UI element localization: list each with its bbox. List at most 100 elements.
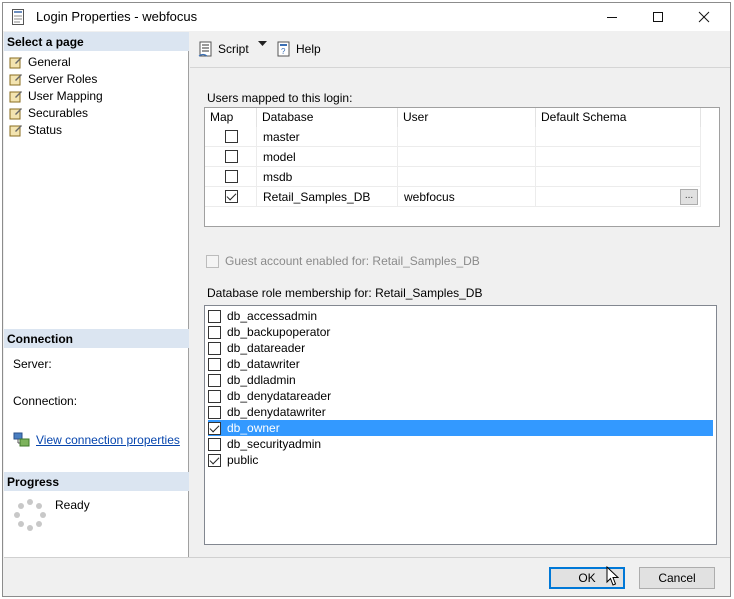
role-membership-label: Database role membership for: Retail_Sam…: [207, 286, 483, 300]
connection-header: Connection: [4, 329, 189, 348]
role-checkbox[interactable]: [208, 453, 221, 467]
right-pane: Script ? Help Users mapped to this login…: [190, 32, 730, 557]
maximize-icon: [653, 12, 663, 22]
role-checkbox[interactable]: [208, 421, 221, 435]
list-item[interactable]: public: [208, 452, 713, 468]
svg-text:?: ?: [281, 47, 286, 56]
role-membership-list: db_accessadmin db_backupoperator db_data…: [204, 305, 717, 545]
page-list: General Server Roles User Mapping Secura…: [8, 53, 186, 138]
map-cell: [205, 147, 257, 167]
role-checkbox[interactable]: [208, 309, 221, 323]
server-label: Server:: [13, 357, 52, 371]
schema-cell[interactable]: [536, 147, 701, 167]
schema-cell[interactable]: [536, 127, 701, 147]
chevron-down-icon: [258, 41, 267, 46]
database-cell: model: [257, 147, 398, 167]
table-row[interactable]: master: [205, 127, 701, 147]
title-bar: Login Properties - webfocus: [3, 3, 730, 31]
script-button[interactable]: Script: [198, 41, 249, 57]
properties-app-icon: [12, 9, 24, 25]
window-title: Login Properties - webfocus: [36, 9, 198, 24]
table-row[interactable]: model: [205, 147, 701, 167]
list-item[interactable]: db_accessadmin: [208, 308, 713, 324]
grid-header: Map Database User Default Schema: [205, 108, 701, 127]
map-cell: [205, 127, 257, 147]
role-label: db_denydatareader: [227, 389, 332, 403]
schema-cell[interactable]: [536, 167, 701, 187]
role-checkbox[interactable]: [208, 405, 221, 419]
progress-spinner-icon: [13, 498, 47, 535]
minimize-button[interactable]: [589, 3, 635, 31]
role-label: db_owner: [227, 421, 280, 435]
progress-header: Progress: [4, 472, 189, 491]
login-properties-window: Login Properties - webfocus Select a pag…: [2, 2, 731, 597]
role-label: db_datawriter: [227, 357, 300, 371]
mouse-cursor-icon: [606, 566, 619, 586]
role-checkbox[interactable]: [208, 437, 221, 451]
table-row[interactable]: Retail_Samples_DB webfocus ...: [205, 187, 701, 207]
column-user[interactable]: User: [398, 108, 536, 127]
role-checkbox[interactable]: [208, 357, 221, 371]
page-label-user-mapping: User Mapping: [28, 88, 103, 103]
page-item-status[interactable]: Status: [8, 121, 186, 138]
list-item[interactable]: db_backupoperator: [208, 324, 713, 340]
user-cell[interactable]: [398, 147, 536, 167]
list-item[interactable]: db_owner: [208, 420, 713, 436]
role-label: db_securityadmin: [227, 437, 322, 451]
help-button[interactable]: ? Help: [276, 41, 321, 57]
minimize-icon: [607, 17, 617, 18]
list-item[interactable]: db_ddladmin: [208, 372, 713, 388]
browse-schema-button[interactable]: ...: [680, 189, 698, 205]
list-item[interactable]: db_denydatawriter: [208, 404, 713, 420]
map-checkbox[interactable]: [225, 130, 238, 143]
page-label-server-roles: Server Roles: [28, 71, 98, 86]
map-cell: [205, 187, 257, 207]
column-map[interactable]: Map: [205, 108, 257, 127]
role-label: db_ddladmin: [227, 373, 296, 387]
page-item-server-roles[interactable]: Server Roles: [8, 70, 186, 87]
database-cell: msdb: [257, 167, 398, 187]
schema-cell[interactable]: ...: [536, 187, 701, 207]
wrench-page-icon: [9, 107, 22, 119]
help-icon: ?: [277, 41, 290, 57]
database-cell: Retail_Samples_DB: [257, 187, 398, 207]
user-cell[interactable]: [398, 167, 536, 187]
list-item[interactable]: db_denydatareader: [208, 388, 713, 404]
page-label-securables: Securables: [28, 105, 89, 120]
table-row[interactable]: msdb: [205, 167, 701, 187]
list-item[interactable]: db_datareader: [208, 340, 713, 356]
view-connection-link[interactable]: View connection properties: [36, 433, 180, 447]
help-label: Help: [296, 42, 321, 56]
column-database[interactable]: Database: [257, 108, 398, 127]
close-button[interactable]: [681, 3, 727, 31]
list-item[interactable]: db_datawriter: [208, 356, 713, 372]
script-dropdown-button[interactable]: [258, 41, 271, 47]
close-icon: [698, 11, 710, 23]
role-checkbox[interactable]: [208, 325, 221, 339]
role-checkbox[interactable]: [208, 341, 221, 355]
view-connection-properties[interactable]: View connection properties: [13, 432, 180, 447]
role-checkbox[interactable]: [208, 389, 221, 403]
user-cell[interactable]: [398, 127, 536, 147]
page-item-user-mapping[interactable]: User Mapping: [8, 87, 186, 104]
guest-account-label: Guest account enabled for: Retail_Sample…: [225, 254, 480, 268]
list-item[interactable]: db_securityadmin: [208, 436, 713, 452]
cancel-button[interactable]: Cancel: [639, 567, 715, 589]
column-default-schema[interactable]: Default Schema: [536, 108, 701, 127]
select-page-header: Select a page: [4, 32, 189, 51]
role-label: db_datareader: [227, 341, 306, 355]
page-item-securables[interactable]: Securables: [8, 104, 186, 121]
user-cell[interactable]: webfocus: [398, 187, 536, 207]
role-checkbox[interactable]: [208, 373, 221, 387]
role-label: db_accessadmin: [227, 309, 318, 323]
page-item-general[interactable]: General: [8, 53, 186, 70]
map-checkbox[interactable]: [225, 170, 238, 183]
map-cell: [205, 167, 257, 187]
map-checkbox[interactable]: [225, 190, 238, 203]
maximize-button[interactable]: [635, 3, 681, 31]
page-label-status: Status: [28, 122, 63, 137]
connection-properties-icon: [13, 432, 30, 447]
progress-status: Ready: [55, 498, 90, 512]
database-cell: master: [257, 127, 398, 147]
map-checkbox[interactable]: [225, 150, 238, 163]
